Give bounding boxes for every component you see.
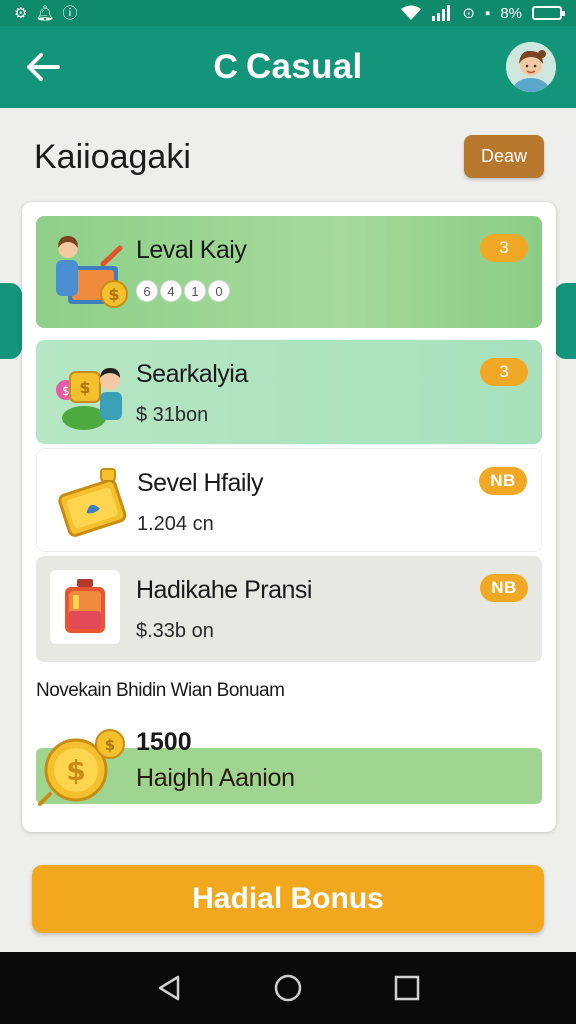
arrow-left-icon <box>27 53 60 81</box>
status-badge: NB <box>479 467 527 495</box>
reward-section-label: Novekain Bhidin Wian Bonuam <box>36 680 285 701</box>
app-title: Casual <box>245 47 363 86</box>
item-title: Sevel Hfaily <box>137 469 264 497</box>
battery-icon <box>532 6 565 20</box>
item-title: Hadikahe Pransi <box>136 576 312 604</box>
nav-home-button[interactable] <box>268 968 308 1008</box>
nav-recents-button[interactable] <box>387 968 427 1008</box>
profile-avatar[interactable] <box>506 42 556 92</box>
level-badge: 3 <box>480 234 528 262</box>
view-button[interactable]: Deaw <box>464 135 544 178</box>
status-bar: ⚙ 🔔︎ ⓘ ⊙ ▪ 8% <box>0 0 576 26</box>
page-title: Kaiioagaki <box>34 138 191 176</box>
stat-icon: 4 <box>160 280 182 302</box>
reward-label: Haighh Aanion <box>136 764 295 792</box>
svg-text:$: $ <box>105 736 115 754</box>
circle-home-icon <box>274 974 302 1002</box>
main-card: $ Leval Kaiy 6 4 1 0 3 $ $ Searkalyia $ … <box>22 202 556 832</box>
level-badge: 3 <box>480 358 528 386</box>
app-bar: C Casual <box>0 26 576 108</box>
square-recents-icon <box>394 975 419 1001</box>
status-badge: NB <box>480 574 528 602</box>
coin-icon: $ $ <box>36 724 136 810</box>
data-icon: ⊙ <box>462 4 475 22</box>
stat-icon: 1 <box>184 280 206 302</box>
battery-text: 8% <box>500 4 522 22</box>
wifi-icon <box>401 5 422 20</box>
gift-box-icon: $ <box>48 226 134 312</box>
avatar-icon <box>506 42 556 92</box>
list-item[interactable]: $ Leval Kaiy 6 4 1 0 3 <box>36 216 542 328</box>
side-tab-right <box>554 283 576 359</box>
item-subtitle: $.33b on <box>136 620 214 642</box>
money-bag-icon: $ $ <box>48 350 134 436</box>
sim-icon: ▪ <box>484 4 491 22</box>
svg-text:$: $ <box>108 285 119 304</box>
stat-icon: 6 <box>136 280 158 302</box>
status-right-icons: ⊙ ▪ 8% <box>400 4 565 22</box>
back-button[interactable] <box>22 46 64 88</box>
list-item[interactable]: $ $ Searkalyia $ 31bon 3 <box>36 340 542 444</box>
item-sub-icons: 6 4 1 0 <box>136 280 230 302</box>
stat-icon: 0 <box>208 280 230 302</box>
svg-text:$: $ <box>62 384 70 398</box>
system-nav-bar <box>0 952 576 1024</box>
jar-icon <box>50 570 120 644</box>
ticket-icon <box>49 459 135 545</box>
triangle-back-icon <box>159 975 180 1001</box>
reward-amount: 1500 <box>136 728 192 756</box>
app-logo-icon: C <box>213 47 238 86</box>
claim-bonus-button[interactable]: Hadial Bonus <box>32 865 544 933</box>
svg-text:$: $ <box>66 754 85 787</box>
status-left-icons: ⚙ 🔔︎ ⓘ <box>14 6 78 21</box>
notification-icon: 🔔︎ <box>35 4 55 22</box>
app-title-wrap: C Casual <box>213 47 362 87</box>
info-icon: ⓘ <box>62 4 78 22</box>
side-tab-left <box>0 283 22 359</box>
list-item[interactable]: Hadikahe Pransi $.33b on NB <box>36 556 542 662</box>
item-subtitle: $ 31bon <box>136 404 209 426</box>
nav-back-button[interactable] <box>149 968 189 1008</box>
list-item[interactable]: Sevel Hfaily 1.204 cn NB <box>36 448 542 552</box>
item-title: Leval Kaiy <box>136 236 247 264</box>
signal-icon <box>432 5 451 21</box>
item-subtitle: 1.204 cn <box>137 513 214 535</box>
item-title: Searkalyia <box>136 360 248 388</box>
settings-icon: ⚙ <box>14 4 28 22</box>
svg-text:$: $ <box>79 378 90 397</box>
